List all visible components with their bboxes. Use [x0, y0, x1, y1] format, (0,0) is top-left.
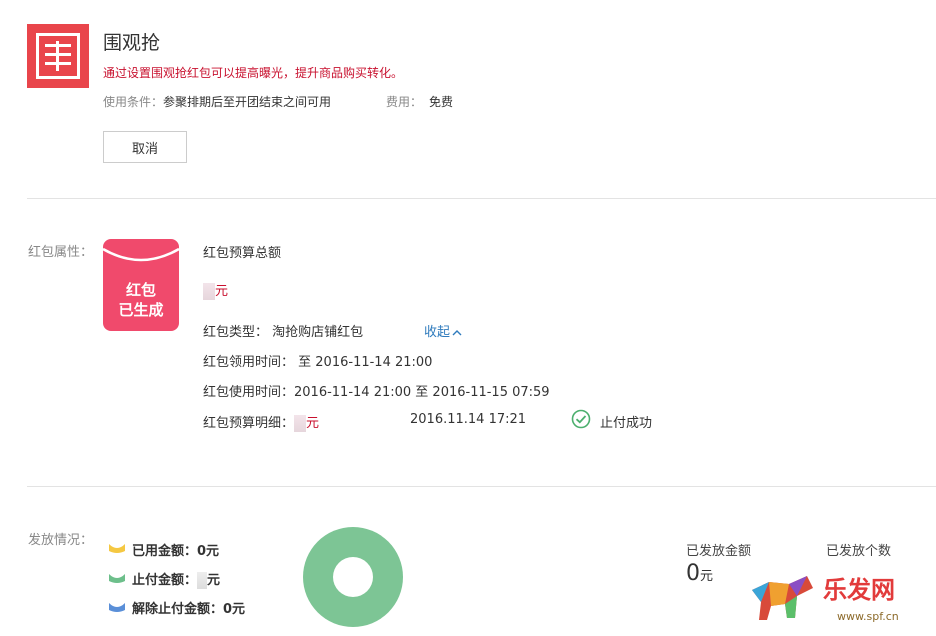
detail-label: 红包预算明细： — [203, 416, 295, 431]
chevron-up-icon — [452, 329, 462, 335]
packet-line1: 红包 — [125, 281, 156, 299]
issued-count-label: 已发放个数 — [826, 544, 892, 559]
distribution-donut-chart — [303, 527, 403, 627]
collapse-label: 收起 — [424, 325, 451, 340]
logo-frame — [36, 33, 80, 79]
wei-logo-icon — [27, 24, 89, 88]
watermark-brand: 乐发网 — [823, 575, 895, 604]
detail-status: 止付成功 — [600, 416, 653, 431]
logo-stroke — [56, 41, 59, 71]
issued-amount-unit: 元 — [700, 569, 714, 584]
detail-row: 红包预算明细： 元 — [203, 412, 319, 432]
type-label: 红包类型： — [203, 325, 269, 340]
blue-packet-icon — [109, 603, 125, 612]
type-row: 红包类型： 淘抢购店铺红包 — [203, 321, 363, 340]
use-time-label: 红包使用时间： — [203, 385, 295, 400]
detail-time: 2016.11.14 17:21 — [410, 412, 527, 427]
yellow-packet-icon — [109, 544, 125, 553]
redacted-value — [294, 415, 307, 432]
collapse-link[interactable]: 收起 — [424, 321, 463, 340]
watermark-url: www.spf.cn — [837, 610, 899, 623]
bull-logo-icon — [752, 576, 813, 620]
red-packet-card: 红包 已生成 — [103, 239, 179, 331]
divider — [27, 198, 936, 199]
fee-value: 免费 — [429, 95, 454, 109]
divider — [27, 486, 936, 487]
legend-frozen-unit: 元 — [207, 573, 221, 588]
attributes-section-label: 红包属性： — [28, 245, 94, 260]
use-time-row: 红包使用时间：2016-11-14 21:00 至 2016-11-15 07:… — [203, 381, 550, 400]
check-circle-icon — [571, 409, 591, 429]
fee-label: 费用： — [386, 95, 423, 109]
packet-status: 红包 已生成 — [103, 280, 179, 320]
watermark-logo: 乐发网 www.spf.cn — [745, 566, 936, 636]
packet-flap-icon — [103, 247, 179, 262]
condition-value: 参聚排期后至开团结束之间可用 — [163, 95, 332, 109]
claim-time-label: 红包领用时间： — [203, 355, 295, 370]
redacted-value — [197, 572, 208, 589]
condition-label: 使用条件： — [103, 95, 164, 109]
issued-amount-label: 已发放金额 — [686, 544, 752, 559]
page-subtitle: 通过设置围观抢红包可以提高曝光，提升商品购买转化。 — [103, 66, 404, 80]
issued-amount-number: 0 — [686, 561, 700, 586]
distribution-section-label: 发放情况： — [28, 533, 94, 548]
claim-time-row: 红包领用时间： 至 2016-11-14 21:00 — [203, 351, 432, 370]
budget-total-value: 元 — [203, 280, 228, 300]
legend-frozen: 止付金额： 元 — [132, 569, 220, 589]
issued-amount-value: 0元 — [686, 561, 713, 586]
page-title: 围观抢 — [103, 32, 161, 54]
budget-unit: 元 — [215, 284, 229, 299]
legend-used: 已用金额：0元 — [132, 544, 220, 559]
legend-frozen-label: 止付金额： — [132, 573, 198, 588]
use-time-value: 2016-11-14 21:00 至 2016-11-15 07:59 — [294, 385, 550, 400]
type-value: 淘抢购店铺红包 — [272, 325, 364, 340]
claim-time-value: 至 2016-11-14 21:00 — [298, 355, 433, 370]
cancel-button[interactable]: 取消 — [103, 131, 187, 163]
green-packet-icon — [109, 574, 125, 583]
budget-total-label: 红包预算总额 — [203, 246, 282, 261]
packet-line2: 已生成 — [118, 301, 164, 319]
redacted-value — [203, 283, 215, 300]
detail-unit: 元 — [306, 416, 320, 431]
legend-unfrozen: 解除止付金额：0元 — [132, 602, 246, 617]
